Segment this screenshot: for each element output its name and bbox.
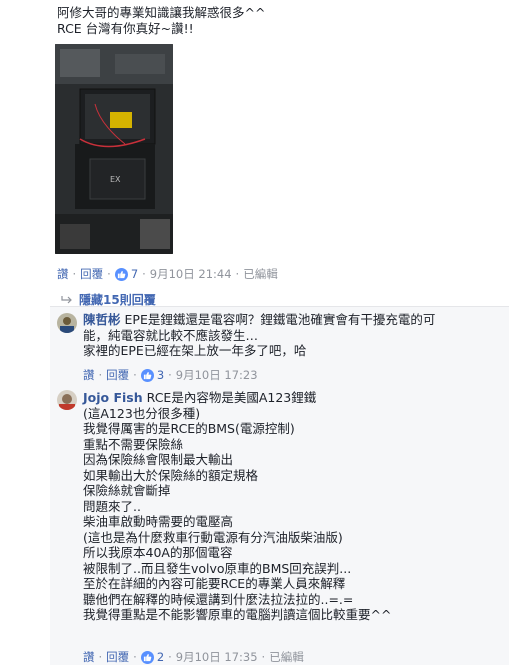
comment-line: (這也是為什麼救車行動電源有分汽油版柴油版) [83,529,343,545]
comment-line: EPE是鋰鐵還是電容啊？鋰鐵電池確實會有干擾充電的可 [124,312,436,327]
reply-comment: 陳哲彬 EPE是鋰鐵還是電容啊？鋰鐵電池確實會有干擾充電的可 能，純電容就比較不應… [83,312,435,359]
comment-line: 被限制了..而且發生volvo原車的BMS回充誤判... [83,560,352,576]
reply-actions: 讚 · 回覆 · 3 · 9月10日 17:23 [83,367,258,383]
reply-arrow-icon [61,295,72,303]
comment-author[interactable]: 陳哲彬 [83,312,121,327]
thumbs-up-icon[interactable] [140,368,154,382]
separator-dot: · [142,267,146,281]
thumbs-up-icon[interactable] [140,650,154,664]
comment-line: 保險絲就會斷掉 [83,483,171,498]
like-count[interactable]: 7 [131,267,138,281]
comment-line: 柴油車啟動時需要的電壓高 [83,514,234,529]
comment-line: 能，純電容就比較不應該發生… [83,327,259,343]
comment-line: (這A123也分很多種) [83,405,201,421]
timestamp[interactable]: 9月10日 17:35 [176,649,258,665]
post-actions: 讚 · 回覆 · 7 · 9月10日 21:44 · 已編輯 [57,266,278,282]
divider [50,306,509,307]
edited-label[interactable]: 已編輯 [269,649,304,665]
comment-line: 如果輸出大於保險絲的額定規格 [83,467,259,483]
comment-line: 因為保險絲會限制最大輸出 [83,452,234,467]
separator-dot: · [98,650,103,664]
comment-line: 家裡的EPE已經在架上放一年多了吧，哈 [83,343,307,358]
comment-line: 我覺得厲害的是RCE的BMS(電源控制) [83,421,295,436]
post-line: 阿修大哥的專業知識讓我解惑很多^^ [57,5,266,20]
reply-actions: 讚 · 回覆 · 2 · 9月10日 17:35 · 已編輯 [83,649,304,665]
avatar[interactable] [57,390,77,410]
separator-dot: · [133,650,137,664]
comment-author[interactable]: Jojo Fish [83,390,143,405]
reply-button[interactable]: 回覆 [106,649,129,665]
separator-dot: · [235,267,240,281]
engine-bay-image: EX [55,44,173,254]
edited-label[interactable]: 已編輯 [243,266,278,282]
comment-line: 聽他們在解釋的時候還講到什麼法拉法拉的..=.= [83,591,354,607]
separator-dot: · [168,368,172,382]
comment-line: 問題來了.. [83,498,141,514]
separator-dot: · [98,368,103,382]
timestamp[interactable]: 9月10日 17:23 [176,367,258,383]
post-line: RCE 台灣有你真好~讚!! [57,21,194,36]
reply-button[interactable]: 回覆 [80,266,103,282]
reply-comment: Jojo Fish RCE是內容物是美國A123鋰鐵 (這A123也分很多種) 我… [83,390,391,623]
svg-text:EX: EX [110,175,121,184]
post-photo[interactable]: EX [55,44,173,254]
comment-line: 所以我原本40A的那個電容 [83,545,233,560]
thumbs-up-icon[interactable] [114,267,128,281]
separator-dot: · [133,368,137,382]
comment-line: 重點不需要保險絲 [83,436,184,452]
comment-line: 我覺得重點是不能影響原車的電腦判讀這個比較重要^^ [83,607,392,622]
comment-line: RCE是內容物是美國A123鋰鐵 [146,390,317,405]
like-count[interactable]: 2 [157,650,164,664]
comment-line: 至於在詳細的內容可能要RCE的專業人員來解釋 [83,576,346,591]
separator-dot: · [107,267,111,281]
like-button[interactable]: 讚 [83,649,95,665]
like-button[interactable]: 讚 [83,367,95,383]
avatar[interactable] [57,313,77,333]
separator-dot: · [72,267,77,281]
like-button[interactable]: 讚 [57,266,69,282]
reply-button[interactable]: 回覆 [106,367,129,383]
separator-dot: · [261,650,266,664]
timestamp[interactable]: 9月10日 21:44 [150,266,232,282]
post-text: 阿修大哥的專業知識讓我解惑很多^^ RCE 台灣有你真好~讚!! [57,5,265,37]
separator-dot: · [168,650,172,664]
like-count[interactable]: 3 [157,368,164,382]
